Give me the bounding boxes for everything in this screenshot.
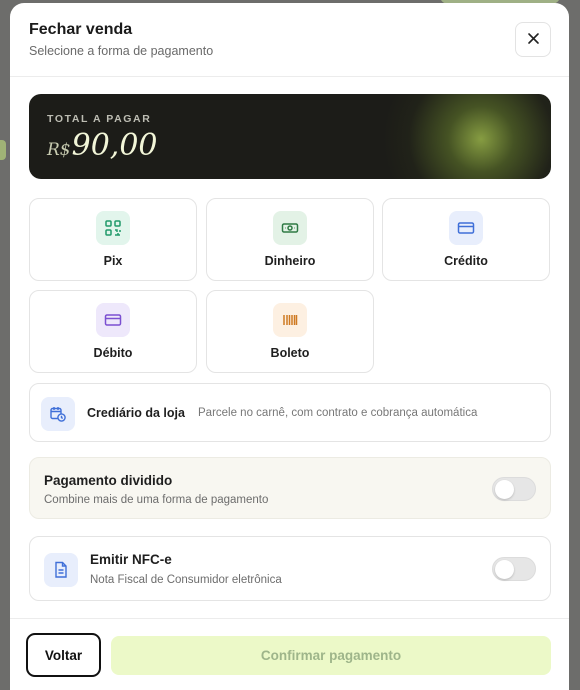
credit-card-icon — [449, 211, 483, 245]
total-value: R$ 90,00 — [47, 128, 158, 163]
debit-card-icon — [96, 303, 130, 337]
nfce-description: Nota Fiscal de Consumidor eletrônica — [90, 574, 282, 586]
payment-option-label: Crédito — [444, 254, 488, 268]
modal-title: Fechar venda — [29, 21, 133, 38]
pix-qr-icon — [96, 211, 130, 245]
backdrop-accent-hint — [0, 140, 6, 160]
payment-option-dinheiro[interactable]: Dinheiro — [206, 198, 374, 281]
total-to-pay-card: TOTAL A PAGAR R$ 90,00 — [29, 94, 551, 179]
document-icon — [44, 553, 78, 587]
barcode-icon — [273, 303, 307, 337]
payment-option-debito[interactable]: Débito — [29, 290, 197, 373]
payment-option-label: Dinheiro — [264, 254, 316, 268]
split-payment-description: Combine mais de uma forma de pagamento — [44, 494, 269, 506]
back-button[interactable]: Voltar — [26, 633, 101, 677]
confirm-payment-button[interactable]: Confirmar pagamento — [111, 636, 551, 675]
nfce-toggle[interactable] — [492, 557, 536, 581]
modal-header: Fechar venda Selecione a forma de pagame… — [10, 3, 569, 77]
cash-icon — [273, 211, 307, 245]
payment-option-label: Boleto — [270, 346, 310, 360]
toggle-knob — [495, 480, 514, 499]
payment-option-pix[interactable]: Pix — [29, 198, 197, 281]
total-currency: R$ — [47, 140, 71, 160]
payment-option-label: Débito — [93, 346, 133, 360]
split-payment-card: Pagamento dividido Combine mais de uma f… — [29, 457, 551, 519]
close-sale-modal: Fechar venda Selecione a forma de pagame… — [10, 3, 569, 690]
nfce-title: Emitir NFC-e — [90, 552, 172, 567]
total-glow-decoration — [381, 94, 551, 179]
close-icon — [527, 32, 540, 48]
modal-footer: Voltar Confirmar pagamento — [10, 618, 569, 690]
nfce-card: Emitir NFC-e Nota Fiscal de Consumidor e… — [29, 536, 551, 601]
modal-subtitle: Selecione a forma de pagamento — [29, 44, 214, 58]
payment-option-boleto[interactable]: Boleto — [206, 290, 374, 373]
crediario-label: Crediário da loja — [87, 406, 185, 420]
total-amount: 90,00 — [71, 128, 158, 163]
payment-option-label: Pix — [103, 254, 123, 268]
calendar-clock-icon — [41, 397, 75, 431]
split-payment-title: Pagamento dividido — [44, 473, 173, 488]
close-button[interactable] — [515, 22, 551, 57]
toggle-knob — [495, 560, 514, 579]
payment-option-credito[interactable]: Crédito — [382, 198, 550, 281]
split-payment-toggle[interactable] — [492, 477, 536, 501]
crediario-description: Parcele no carnê, com contrato e cobranç… — [198, 407, 478, 419]
payment-option-crediario[interactable]: Crediário da loja Parcele no carnê, com … — [29, 383, 551, 442]
total-label: TOTAL A PAGAR — [47, 113, 152, 125]
